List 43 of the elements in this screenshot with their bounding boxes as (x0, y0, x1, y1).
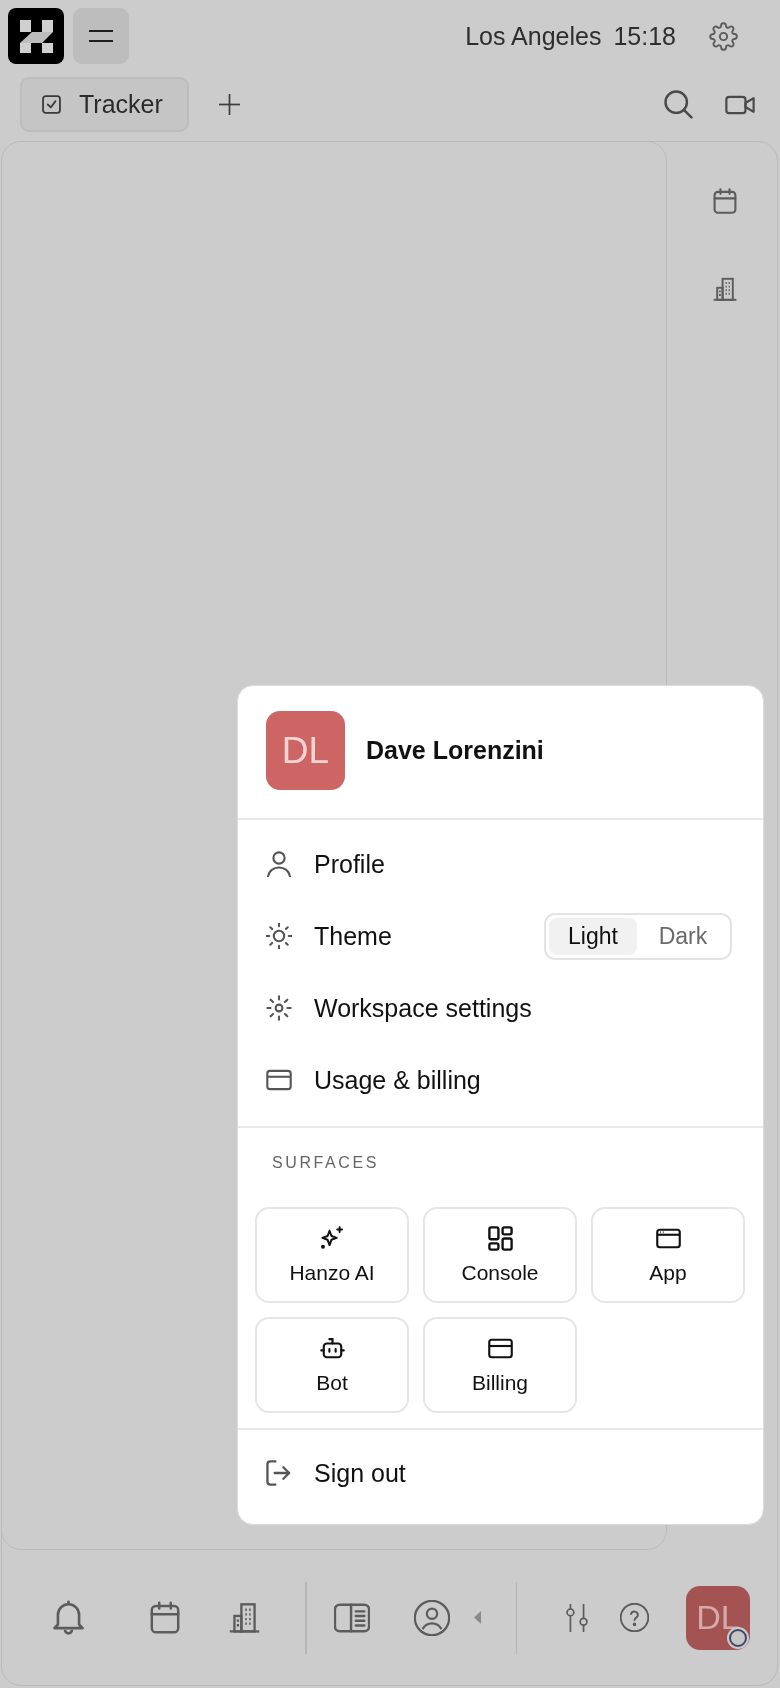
logout-icon (266, 1460, 292, 1486)
menu-button[interactable] (73, 8, 129, 64)
location-label: Los Angeles (465, 21, 602, 51)
plus-icon[interactable] (218, 94, 240, 115)
menu-item[interactable]: Workspace settings (238, 972, 763, 1044)
menu-icon (89, 30, 113, 42)
surface-tile[interactable]: Hanzo AI (255, 1207, 409, 1303)
robot-icon (319, 1335, 345, 1361)
building-icon[interactable] (712, 276, 737, 302)
user-name: Dave Lorenzini (366, 736, 544, 765)
calendar-icon[interactable] (150, 1601, 180, 1634)
search-icon[interactable] (664, 90, 693, 119)
logo-icon (8, 8, 64, 64)
sidebar-panel-icon[interactable] (333, 1602, 370, 1633)
menu-item[interactable]: Profile (238, 828, 763, 900)
credit-card-icon (266, 1067, 292, 1093)
theme-label: Theme (314, 921, 392, 951)
bell-icon[interactable] (52, 1599, 85, 1636)
surface-tile[interactable]: App (591, 1207, 745, 1303)
sun-icon (266, 923, 292, 949)
clock-time: 15:18 (613, 21, 676, 51)
help-icon[interactable] (620, 1603, 649, 1632)
tab[interactable]: Tracker (20, 77, 189, 132)
building-icon[interactable] (229, 1602, 260, 1633)
theme-option[interactable]: Light (549, 917, 637, 955)
sign-out-item[interactable]: Sign out (238, 1437, 763, 1509)
person-icon (266, 851, 292, 877)
sliders-icon[interactable] (564, 1602, 590, 1633)
settings-icon[interactable] (709, 21, 738, 51)
section-heading: SURFACES (272, 1154, 380, 1172)
theme-option[interactable]: Dark (639, 917, 727, 955)
grid-icon (487, 1225, 513, 1251)
sparkle-icon (319, 1225, 345, 1251)
checkbox-icon (42, 95, 61, 114)
sun-icon (266, 995, 292, 1021)
calendar-icon[interactable] (712, 188, 737, 214)
surface-tile[interactable]: Bot (255, 1317, 409, 1413)
user-avatar: DL (266, 711, 345, 790)
menu-item[interactable]: Usage & billing (238, 1044, 763, 1116)
caret-left-icon[interactable] (473, 1611, 481, 1624)
surface-tile[interactable]: Console (423, 1207, 577, 1303)
surface-tile[interactable]: Billing (423, 1317, 577, 1413)
video-camera-icon[interactable] (725, 94, 755, 115)
